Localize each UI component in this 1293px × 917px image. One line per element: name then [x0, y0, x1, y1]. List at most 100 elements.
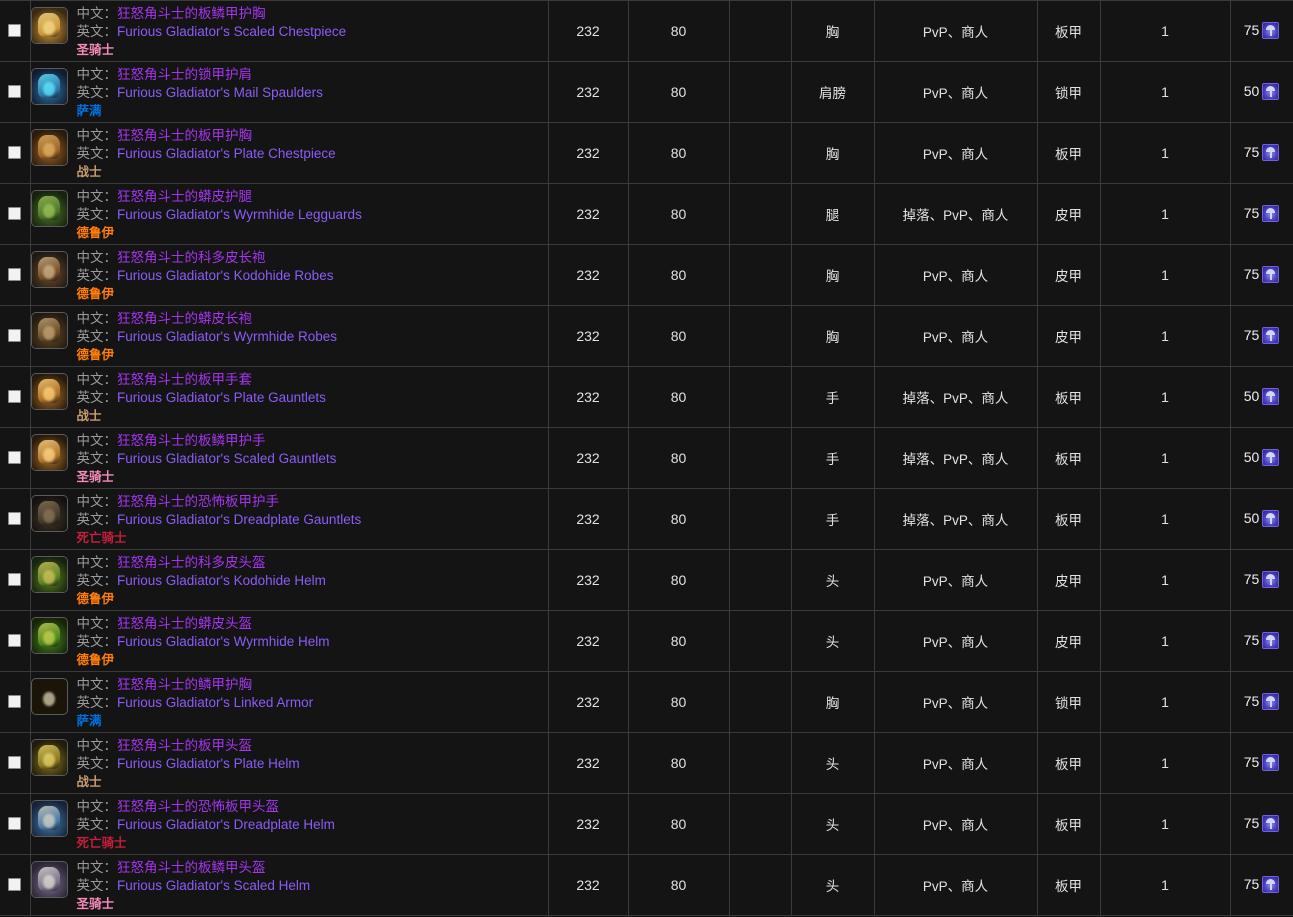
item-name-cell[interactable]: 中文：狂怒角斗士的板甲护胸 英文：Furious Gladiator's Plat…: [30, 122, 549, 184]
arena-point-icon[interactable]: [1262, 265, 1280, 283]
item-name-cell[interactable]: 中文：狂怒角斗士的板甲手套 英文：Furious Gladiator's Plat…: [30, 366, 549, 428]
row-select-cell[interactable]: [0, 122, 31, 184]
table-row[interactable]: 中文：狂怒角斗士的板甲护胸 英文：Furious Gladiator's Plat…: [0, 122, 1293, 184]
item-icon[interactable]: [30, 555, 68, 593]
row-checkbox[interactable]: [8, 756, 22, 770]
item-link-zh[interactable]: 狂怒角斗士的板甲手套: [117, 372, 252, 387]
item-name-cell[interactable]: 中文：狂怒角斗士的恐怖板甲护手 英文：Furious Gladiator's Dr…: [30, 488, 549, 550]
item-link-zh[interactable]: 狂怒角斗士的蟒皮头盔: [117, 616, 252, 631]
row-select-cell[interactable]: [0, 427, 31, 489]
row-select-cell[interactable]: [0, 488, 31, 550]
table-row[interactable]: 中文：狂怒角斗士的锁甲护肩 英文：Furious Gladiator's Mail…: [0, 61, 1293, 123]
row-select-cell[interactable]: [0, 183, 31, 245]
item-link-en[interactable]: Furious Gladiator's Kodohide Helm: [117, 573, 326, 588]
table-row[interactable]: 中文：狂怒角斗士的蟒皮长袍 英文：Furious Gladiator's Wyrm…: [0, 305, 1293, 367]
item-icon[interactable]: [30, 67, 68, 105]
row-checkbox[interactable]: [8, 695, 22, 709]
item-link-en[interactable]: Furious Gladiator's Linked Armor: [117, 695, 313, 710]
table-row[interactable]: 中文：狂怒角斗士的板鳞甲护胸 英文：Furious Gladiator's Sca…: [0, 0, 1293, 62]
item-link-en[interactable]: Furious Gladiator's Mail Spaulders: [117, 85, 323, 100]
row-checkbox[interactable]: [8, 24, 22, 38]
item-name-cell[interactable]: 中文：狂怒角斗士的蟒皮头盔 英文：Furious Gladiator's Wyrm…: [30, 610, 549, 672]
item-icon[interactable]: [30, 677, 68, 715]
row-checkbox[interactable]: [8, 390, 22, 404]
item-link-en[interactable]: Furious Gladiator's Wyrmhide Legguards: [117, 207, 362, 222]
arena-point-icon[interactable]: [1262, 143, 1280, 161]
row-checkbox[interactable]: [8, 207, 22, 221]
row-checkbox[interactable]: [8, 268, 22, 282]
item-link-zh[interactable]: 狂怒角斗士的板鳞甲护手: [117, 433, 266, 448]
row-select-cell[interactable]: [0, 366, 31, 428]
table-row[interactable]: 中文：狂怒角斗士的蟒皮头盔 英文：Furious Gladiator's Wyrm…: [0, 610, 1293, 672]
item-name-cell[interactable]: 中文：狂怒角斗士的科多皮头盔 英文：Furious Gladiator's Kod…: [30, 549, 549, 611]
arena-point-icon[interactable]: [1262, 570, 1280, 588]
item-link-zh[interactable]: 狂怒角斗士的蟒皮护腿: [117, 189, 252, 204]
item-icon[interactable]: [30, 738, 68, 776]
row-checkbox[interactable]: [8, 573, 22, 587]
table-row[interactable]: 中文：狂怒角斗士的蟒皮护腿 英文：Furious Gladiator's Wyrm…: [0, 183, 1293, 245]
table-row[interactable]: 中文：狂怒角斗士的科多皮长袍 英文：Furious Gladiator's Kod…: [0, 244, 1293, 306]
item-link-zh[interactable]: 狂怒角斗士的科多皮头盔: [117, 555, 266, 570]
arena-point-icon[interactable]: [1262, 692, 1280, 710]
item-link-zh[interactable]: 狂怒角斗士的鳞甲护胸: [117, 677, 252, 692]
row-select-cell[interactable]: [0, 549, 31, 611]
item-icon[interactable]: [30, 616, 68, 654]
item-name-cell[interactable]: 中文：狂怒角斗士的板甲头盔 英文：Furious Gladiator's Plat…: [30, 732, 549, 794]
row-select-cell[interactable]: [0, 793, 31, 855]
item-link-en[interactable]: Furious Gladiator's Plate Chestpiece: [117, 146, 336, 161]
row-checkbox[interactable]: [8, 85, 22, 99]
item-link-en[interactable]: Furious Gladiator's Wyrmhide Helm: [117, 634, 330, 649]
item-name-cell[interactable]: 中文：狂怒角斗士的蟒皮长袍 英文：Furious Gladiator's Wyrm…: [30, 305, 549, 367]
item-link-en[interactable]: Furious Gladiator's Plate Helm: [117, 756, 300, 771]
table-row[interactable]: 中文：狂怒角斗士的板鳞甲护手 英文：Furious Gladiator's Sca…: [0, 427, 1293, 489]
item-link-zh[interactable]: 狂怒角斗士的蟒皮长袍: [117, 311, 252, 326]
row-select-cell[interactable]: [0, 854, 31, 916]
item-name-cell[interactable]: 中文：狂怒角斗士的鳞甲护胸 英文：Furious Gladiator's Link…: [30, 671, 549, 733]
arena-point-icon[interactable]: [1262, 387, 1280, 405]
row-select-cell[interactable]: [0, 0, 31, 62]
item-link-en[interactable]: Furious Gladiator's Plate Gauntlets: [117, 390, 326, 405]
item-name-cell[interactable]: 中文：狂怒角斗士的板鳞甲头盔 英文：Furious Gladiator's Sca…: [30, 854, 549, 916]
item-name-cell[interactable]: 中文：狂怒角斗士的科多皮长袍 英文：Furious Gladiator's Kod…: [30, 244, 549, 306]
table-row[interactable]: 中文：狂怒角斗士的板甲头盔 英文：Furious Gladiator's Plat…: [0, 732, 1293, 794]
item-icon[interactable]: [30, 189, 68, 227]
item-link-zh[interactable]: 狂怒角斗士的板甲头盔: [117, 738, 252, 753]
item-name-cell[interactable]: 中文：狂怒角斗士的恐怖板甲头盔 英文：Furious Gladiator's Dr…: [30, 793, 549, 855]
row-checkbox[interactable]: [8, 451, 22, 465]
arena-point-icon[interactable]: [1262, 814, 1280, 832]
table-row[interactable]: 中文：狂怒角斗士的鳞甲护胸 英文：Furious Gladiator's Link…: [0, 671, 1293, 733]
item-link-zh[interactable]: 狂怒角斗士的恐怖板甲头盔: [117, 799, 279, 814]
item-name-cell[interactable]: 中文：狂怒角斗士的锁甲护肩 英文：Furious Gladiator's Mail…: [30, 61, 549, 123]
item-link-en[interactable]: Furious Gladiator's Scaled Chestpiece: [117, 24, 346, 39]
arena-point-icon[interactable]: [1262, 631, 1280, 649]
item-link-en[interactable]: Furious Gladiator's Scaled Gauntlets: [117, 451, 336, 466]
arena-point-icon[interactable]: [1262, 326, 1280, 344]
arena-point-icon[interactable]: [1262, 875, 1280, 893]
item-link-zh[interactable]: 狂怒角斗士的板甲护胸: [117, 128, 252, 143]
row-checkbox[interactable]: [8, 146, 22, 160]
item-link-zh[interactable]: 狂怒角斗士的锁甲护肩: [117, 67, 252, 82]
item-link-zh[interactable]: 狂怒角斗士的科多皮长袍: [117, 250, 266, 265]
row-checkbox[interactable]: [8, 512, 22, 526]
item-link-en[interactable]: Furious Gladiator's Dreadplate Gauntlets: [117, 512, 361, 527]
item-icon[interactable]: [30, 250, 68, 288]
item-icon[interactable]: [30, 372, 68, 410]
row-checkbox[interactable]: [8, 634, 22, 648]
item-icon[interactable]: [30, 433, 68, 471]
row-checkbox[interactable]: [8, 817, 22, 831]
table-row[interactable]: 中文：狂怒角斗士的科多皮头盔 英文：Furious Gladiator's Kod…: [0, 549, 1293, 611]
row-checkbox[interactable]: [8, 329, 22, 343]
item-name-cell[interactable]: 中文：狂怒角斗士的板鳞甲护手 英文：Furious Gladiator's Sca…: [30, 427, 549, 489]
item-icon[interactable]: [30, 799, 68, 837]
table-row[interactable]: 中文：狂怒角斗士的恐怖板甲头盔 英文：Furious Gladiator's Dr…: [0, 793, 1293, 855]
table-row[interactable]: 中文：狂怒角斗士的恐怖板甲护手 英文：Furious Gladiator's Dr…: [0, 488, 1293, 550]
arena-point-icon[interactable]: [1262, 204, 1280, 222]
row-checkbox[interactable]: [8, 878, 22, 892]
arena-point-icon[interactable]: [1262, 509, 1280, 527]
item-link-zh[interactable]: 狂怒角斗士的板鳞甲护胸: [117, 6, 266, 21]
row-select-cell[interactable]: [0, 732, 31, 794]
table-row[interactable]: 中文：狂怒角斗士的板鳞甲头盔 英文：Furious Gladiator's Sca…: [0, 854, 1293, 916]
item-link-en[interactable]: Furious Gladiator's Dreadplate Helm: [117, 817, 335, 832]
item-icon[interactable]: [30, 311, 68, 349]
item-icon[interactable]: [30, 860, 68, 898]
